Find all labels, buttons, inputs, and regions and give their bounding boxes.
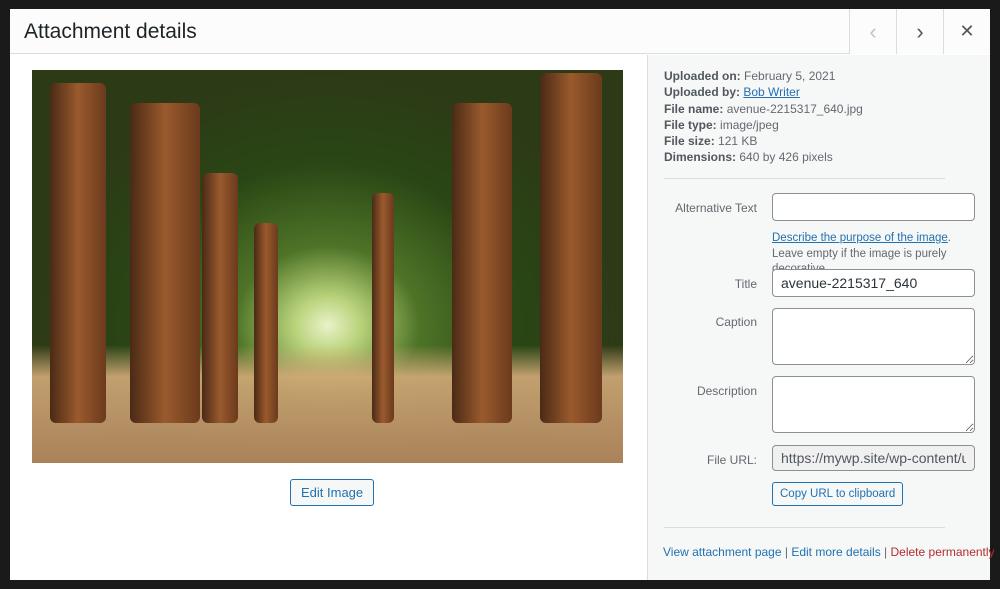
- copy-url-button[interactable]: Copy URL to clipboard: [772, 482, 904, 506]
- uploader-link[interactable]: Bob Writer: [743, 85, 799, 99]
- delete-permanently-link[interactable]: Delete permanently: [891, 545, 995, 559]
- divider: [664, 527, 945, 528]
- attachment-actions: View attachment page | Edit more details…: [663, 545, 995, 559]
- view-attachment-link[interactable]: View attachment page: [663, 545, 782, 559]
- file-size: File size: 121 KB: [664, 134, 758, 149]
- modal-header: Attachment details ‹ › ✕: [10, 9, 990, 54]
- file-name: File name: avenue-2215317_640.jpg: [664, 101, 863, 116]
- modal-title: Attachment details: [24, 20, 197, 43]
- tree-trunk: [202, 173, 238, 423]
- tree-trunk: [254, 223, 278, 423]
- description-label: Description: [696, 384, 757, 398]
- file-details: Uploaded on: February 5, 2021 Uploaded b…: [664, 68, 863, 166]
- alt-text-label: Alternative Text: [675, 201, 757, 215]
- previous-button[interactable]: ‹: [849, 9, 896, 54]
- close-icon: ✕: [959, 21, 975, 41]
- tree-trunk: [50, 83, 106, 423]
- dimensions: Dimensions: 640 by 426 pixels: [664, 150, 833, 165]
- divider: [664, 178, 945, 179]
- caption-textarea[interactable]: [772, 308, 975, 365]
- next-button[interactable]: ›: [896, 9, 943, 54]
- title-label: Title: [734, 277, 757, 291]
- caption-label: Caption: [715, 315, 757, 329]
- attachment-info-pane: Uploaded on: February 5, 2021 Uploaded b…: [647, 55, 995, 580]
- chevron-left-icon: ‹: [869, 18, 877, 44]
- edit-image-button[interactable]: Edit Image: [290, 479, 375, 506]
- close-button[interactable]: ✕: [943, 9, 990, 54]
- description-textarea[interactable]: [772, 376, 975, 433]
- tree-trunk: [452, 103, 512, 423]
- attachment-image: [32, 70, 623, 463]
- file-url-input[interactable]: [772, 445, 975, 471]
- tree-trunk: [130, 103, 200, 423]
- tree-trunk: [540, 73, 602, 423]
- alt-text-input[interactable]: [772, 193, 975, 221]
- tree-trunk: [372, 193, 394, 423]
- uploaded-on: Uploaded on: February 5, 2021: [664, 69, 836, 83]
- file-url-label: File URL:: [706, 453, 757, 467]
- attachment-details-modal: Attachment details ‹ › ✕ Edit Image Uplo…: [10, 9, 995, 580]
- uploaded-by: Uploaded by: Bob Writer: [664, 85, 800, 100]
- chevron-right-icon: ›: [916, 18, 924, 44]
- alt-text-help-link[interactable]: Describe the purpose of the image: [772, 232, 948, 244]
- file-type: File type: image/jpeg: [664, 117, 779, 132]
- title-input[interactable]: [772, 269, 975, 297]
- edit-details-link[interactable]: Edit more details: [791, 545, 880, 559]
- image-preview-pane: Edit Image: [10, 55, 647, 580]
